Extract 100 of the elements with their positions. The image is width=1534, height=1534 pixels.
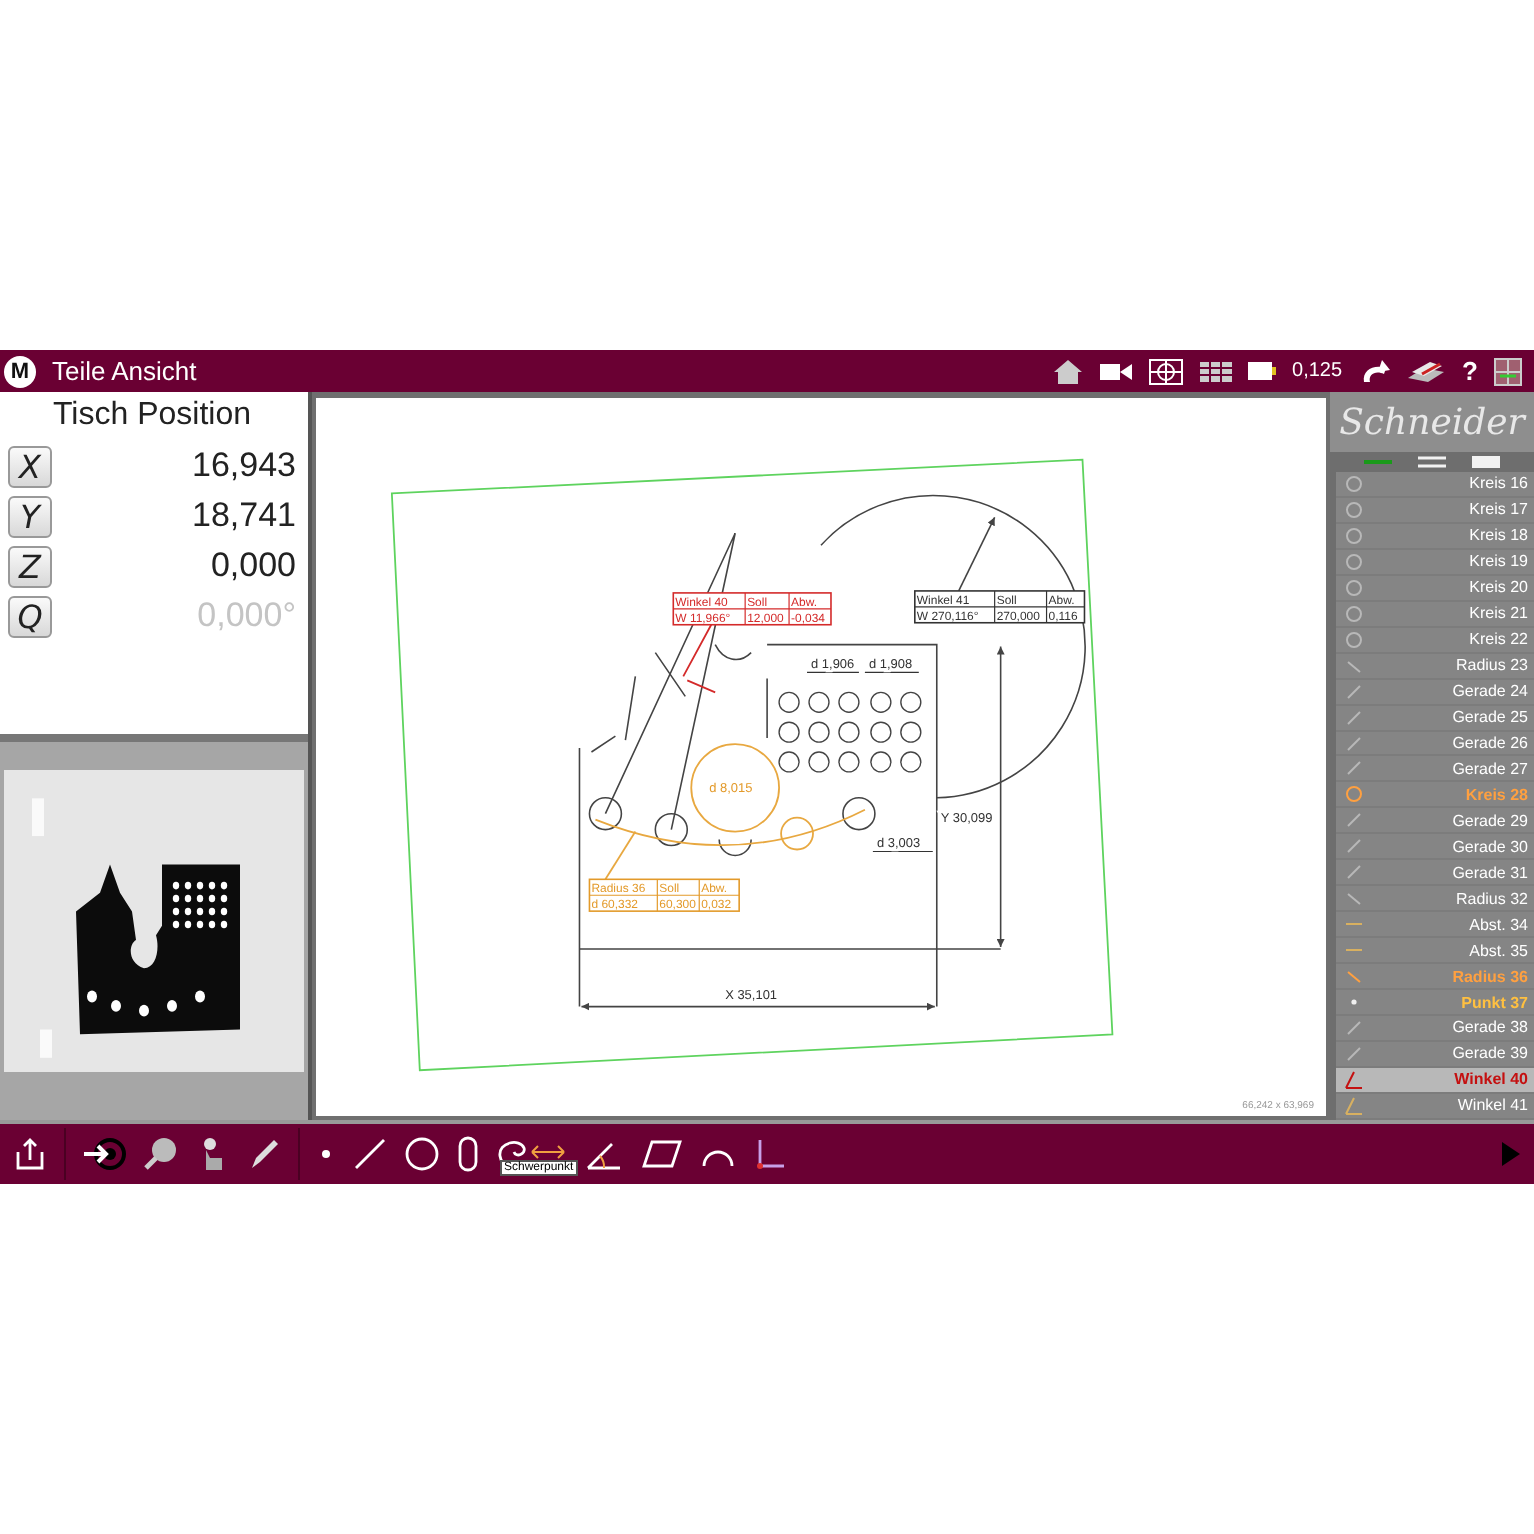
crosshair-icon[interactable] bbox=[1148, 357, 1185, 385]
feature-name: Gerade 30 bbox=[1452, 837, 1528, 856]
feature-list-item[interactable]: Winkel 40 bbox=[1336, 1067, 1534, 1094]
feature-list-item[interactable]: Abst. 34 bbox=[1336, 912, 1534, 939]
feature-name: Radius 23 bbox=[1455, 656, 1528, 675]
feature-list-item[interactable]: Gerade 25 bbox=[1336, 705, 1534, 732]
feature-list-item[interactable]: Kreis 17 bbox=[1336, 497, 1534, 524]
feature-list-item[interactable]: Gerade 39 bbox=[1336, 1041, 1534, 1068]
feature-name: Kreis 20 bbox=[1469, 578, 1528, 597]
feature-name: Gerade 38 bbox=[1452, 1018, 1528, 1037]
zoom-value: 0,125 bbox=[1292, 360, 1343, 382]
axis-value: 18,741 bbox=[192, 496, 296, 536]
line-icon bbox=[1344, 707, 1364, 728]
line-icon bbox=[1344, 758, 1364, 779]
circle-icon[interactable] bbox=[404, 1136, 440, 1172]
axis-button[interactable]: Y bbox=[8, 495, 52, 537]
feature-name: Gerade 26 bbox=[1452, 734, 1528, 752]
magnifier-icon[interactable] bbox=[142, 1136, 178, 1172]
circle-icon bbox=[1344, 603, 1364, 624]
panel-title: Tisch Position bbox=[51, 398, 253, 434]
line-icon bbox=[1344, 836, 1364, 857]
circle-icon bbox=[1344, 525, 1364, 546]
pen-icon[interactable] bbox=[246, 1136, 282, 1172]
feature-name: Kreis 28 bbox=[1465, 785, 1528, 804]
block-view-icon[interactable] bbox=[1472, 454, 1501, 470]
table-icon[interactable] bbox=[1200, 361, 1233, 381]
axis-button[interactable]: X bbox=[8, 445, 52, 487]
grid-icon[interactable] bbox=[1494, 357, 1522, 385]
feature-list-item[interactable]: Gerade 38 bbox=[1336, 1016, 1534, 1042]
feature-list-item[interactable]: Gerade 31 bbox=[1336, 860, 1534, 887]
line-icon bbox=[1344, 810, 1364, 831]
circle-icon bbox=[1344, 577, 1364, 598]
feature-name: Gerade 29 bbox=[1452, 811, 1528, 830]
feature-name: Gerade 31 bbox=[1452, 863, 1528, 882]
feature-list-item[interactable]: Winkel 41 bbox=[1336, 1093, 1534, 1120]
feature-list-item[interactable]: Radius 32 bbox=[1336, 886, 1534, 913]
line-icon bbox=[1344, 1043, 1364, 1064]
angle-mark bbox=[682, 623, 717, 694]
circle-icon bbox=[1344, 499, 1364, 520]
radius-icon bbox=[1344, 655, 1364, 676]
feature-list-item[interactable]: Kreis 16 bbox=[1336, 472, 1534, 498]
video-camera-icon[interactable] bbox=[1100, 361, 1133, 381]
circle-icon bbox=[1344, 473, 1364, 494]
axis-button[interactable]: Z bbox=[8, 545, 52, 587]
feature-list-item[interactable]: Kreis 20 bbox=[1336, 575, 1534, 602]
feature-name: Gerade 39 bbox=[1452, 1044, 1528, 1063]
feature-list-item[interactable]: Kreis 19 bbox=[1336, 549, 1534, 576]
feature-list-item[interactable]: Gerade 27 bbox=[1336, 756, 1534, 783]
axis-value: 0,000 bbox=[210, 546, 296, 586]
feature-name: Kreis 19 bbox=[1469, 552, 1528, 571]
battery-icon bbox=[1248, 362, 1277, 380]
axis-value: 16,943 bbox=[192, 446, 296, 486]
feature-name: Radius 36 bbox=[1452, 967, 1528, 986]
circle-icon bbox=[1344, 551, 1364, 572]
feature-name: Winkel 41 bbox=[1457, 1096, 1528, 1115]
parallelogram-icon[interactable] bbox=[640, 1136, 684, 1172]
line-icon bbox=[1344, 733, 1364, 753]
layers-icon[interactable] bbox=[1406, 359, 1447, 383]
feature-name: Winkel 40 bbox=[1454, 1070, 1528, 1089]
feature-name: Kreis 18 bbox=[1469, 526, 1528, 545]
feature-name: Gerade 25 bbox=[1452, 708, 1528, 727]
angle-icon bbox=[1344, 1095, 1364, 1116]
circle-icon bbox=[1344, 784, 1364, 805]
radius-icon bbox=[1344, 966, 1364, 987]
feature-name: Punkt 37 bbox=[1461, 993, 1528, 1012]
feature-name: Abst. 34 bbox=[1469, 915, 1528, 934]
window-title: Teile Ansicht bbox=[52, 356, 199, 386]
feature-list-item[interactable]: Gerade 26 bbox=[1336, 731, 1534, 757]
brand-logo: Schneider bbox=[1339, 401, 1525, 443]
export-icon[interactable] bbox=[12, 1136, 48, 1172]
line-icon[interactable] bbox=[352, 1136, 388, 1172]
feature-list-item[interactable]: Kreis 21 bbox=[1336, 601, 1534, 628]
axis-value: 0,000° bbox=[197, 596, 296, 636]
app-logo: M bbox=[4, 355, 36, 387]
feature-name: Kreis 21 bbox=[1469, 604, 1528, 623]
feature-name: Kreis 16 bbox=[1469, 474, 1528, 493]
feature-list-item[interactable]: Kreis 22 bbox=[1336, 627, 1534, 654]
list-view-icon[interactable] bbox=[1417, 454, 1446, 470]
feature-list-item[interactable]: Gerade 30 bbox=[1336, 834, 1534, 861]
angle-icon bbox=[1344, 1069, 1364, 1090]
slot-icon[interactable] bbox=[456, 1136, 480, 1172]
line-icon bbox=[1344, 862, 1364, 883]
feature-name: Kreis 22 bbox=[1469, 630, 1528, 649]
feature-list-item[interactable]: Abst. 35 bbox=[1336, 938, 1534, 965]
feature-list-item[interactable]: Gerade 29 bbox=[1336, 808, 1534, 835]
feature-list-item[interactable]: Radius 23 bbox=[1336, 653, 1534, 680]
line-icon bbox=[1344, 1017, 1364, 1038]
feature-list-item[interactable]: Punkt 37 bbox=[1336, 990, 1534, 1017]
target-arrow-icon[interactable] bbox=[82, 1136, 126, 1172]
home-icon[interactable] bbox=[1052, 357, 1085, 385]
radius-icon bbox=[1344, 888, 1364, 909]
help-button[interactable]: ? bbox=[1462, 356, 1478, 386]
feature-name: Kreis 17 bbox=[1469, 500, 1528, 519]
feature-list-item[interactable]: Gerade 24 bbox=[1336, 679, 1534, 706]
feature-name: Gerade 24 bbox=[1452, 682, 1528, 701]
coordinate-axes-icon[interactable] bbox=[752, 1136, 788, 1172]
feature-name: Abst. 35 bbox=[1469, 941, 1528, 960]
feature-name: Gerade 27 bbox=[1452, 759, 1528, 778]
feature-list-item[interactable]: Kreis 18 bbox=[1336, 523, 1534, 550]
line-icon bbox=[1344, 681, 1364, 702]
